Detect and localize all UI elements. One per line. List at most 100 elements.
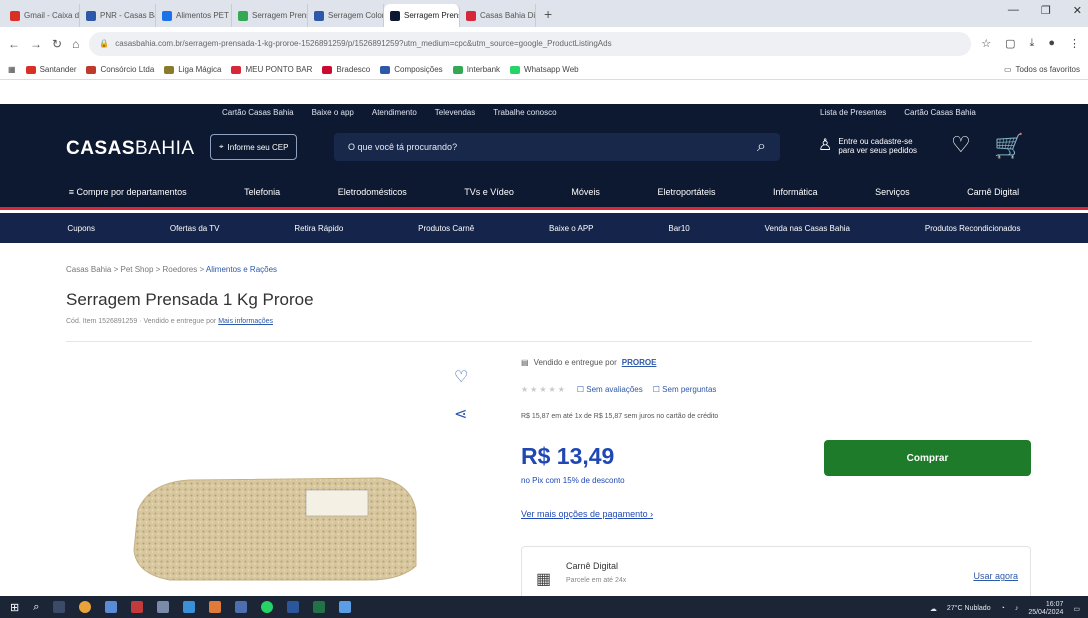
forward-icon[interactable]: → [30,37,42,51]
search-icon[interactable]: ⌕ [757,138,766,156]
more-info-link[interactable]: Mais informações [218,318,273,325]
download-icon[interactable]: ⤓ [1029,37,1034,50]
nav-item[interactable]: TVs e Vídeo [464,187,514,197]
bookmark-item[interactable]: Bradesco [322,65,370,74]
breadcrumb-current[interactable]: Alimentos e Rações [206,265,277,274]
cep-button[interactable]: ⌖ Informe seu CEP [210,134,298,160]
chrome-icon[interactable] [79,601,92,613]
breadcrumb-link[interactable]: Pet Shop [120,265,153,274]
nav-item[interactable]: Serviços [875,187,910,197]
reviews-link[interactable]: ☐ Sem avaliações [577,385,643,394]
url-field[interactable]: 🔒 casasbahia.com.br/serragem-prensada-1-k… [89,31,972,56]
browser-tab[interactable]: Alimentos PET✕ [156,4,232,27]
bookmark-item[interactable]: Liga Mágica [164,65,221,74]
close-window-icon[interactable]: ✕ [1073,4,1082,17]
reload-icon[interactable]: ↻ [52,37,62,51]
app-icon[interactable] [209,601,222,613]
minimize-icon[interactable]: — [1008,4,1019,17]
subnav-item[interactable]: Bar10 [668,224,689,233]
account-link[interactable]: ♙ Entre ou cadastre-se para ver seus pedid… [818,137,917,155]
apps-icon[interactable]: ▦ [8,65,16,74]
nav-item[interactable]: Eletroportáteis [657,187,715,197]
nav-all-departments[interactable]: ≡ Compre por departamentos [69,187,187,197]
nav-item[interactable]: Móveis [571,187,600,197]
gift-list-link[interactable]: Lista de Presentes [820,108,886,117]
sidepanel-icon[interactable]: ▢ [1005,37,1015,50]
nav-item[interactable]: Carnê Digital [967,187,1019,197]
casasbahia-logo[interactable]: CASASBAHIA [66,138,195,160]
taskview-icon[interactable] [53,601,66,613]
app-icon[interactable] [157,601,170,613]
tab-favicon-icon [390,10,400,21]
util-link[interactable]: Baixe o app [312,108,354,117]
windows-start-icon[interactable]: ⊞ [10,601,19,614]
util-link[interactable]: Cartão Casas Bahia [222,108,294,117]
subnav-item[interactable]: Baixe o APP [549,224,593,233]
clock[interactable]: 16:07 25/04/2024 [1028,601,1063,616]
bookmark-item[interactable]: Interbank [452,65,500,74]
bookmark-item[interactable]: Composições [380,65,443,74]
new-tab-button[interactable]: + [536,6,560,22]
search-input[interactable]: O que você tá procurando? ⌕ [334,133,780,161]
more-payment-link[interactable]: Ver mais opções de pagamento › [521,509,653,519]
back-icon[interactable]: ← [8,37,20,51]
favorite-heart-icon[interactable]: ♡ [454,367,468,387]
app-icon[interactable] [235,601,248,613]
browser-tab[interactable]: PNR - Casas Bahia✕ [80,4,156,27]
subnav-item[interactable]: Ofertas da TV [170,224,220,233]
browser-tab[interactable]: Gmail - Caixa de entrada✕ [4,4,80,27]
bookmark-item[interactable]: MEU PONTO BAR [231,65,312,74]
restore-icon[interactable]: ❐ [1041,4,1051,17]
browser-tab[interactable]: Casas Bahia Digital✕ [460,4,536,27]
util-link[interactable]: Atendimento [372,108,417,117]
bookmark-item[interactable]: Whatsapp Web [510,65,579,74]
seller-link[interactable]: PROROE [622,358,657,367]
util-link[interactable]: Trabalhe conosco [493,108,556,117]
card-link[interactable]: Cartão Casas Bahia [904,108,976,117]
app-icon[interactable] [131,601,144,613]
nav-item[interactable]: Telefonia [244,187,280,197]
menu-icon[interactable]: ⋮ [1069,37,1080,50]
browser-tab-active[interactable]: Serragem Prensada✕ [384,4,460,27]
app-icon[interactable] [339,601,352,613]
bookmark-item[interactable]: Consórcio Ltda [86,65,154,74]
product-image[interactable] [130,470,420,582]
profile-icon[interactable]: ● [1048,37,1055,50]
wishlist-heart-icon[interactable]: ♡ [951,132,971,158]
search-taskbar-icon[interactable]: ⌕ [33,601,39,614]
whatsapp-icon[interactable] [261,601,274,613]
util-link[interactable]: Televendas [435,108,475,117]
cart-icon[interactable]: 🛒 [994,132,1024,161]
subnav-item[interactable]: Retira Rápido [294,224,343,233]
store-icon: ▤ [521,358,529,367]
share-icon[interactable]: ⋖ [454,404,467,424]
nav-item[interactable]: Informática [773,187,818,197]
browser-tab[interactable]: Serragem Prensada✕ [232,4,308,27]
wifi-icon[interactable]: ◔ [1001,605,1005,612]
buy-button[interactable]: Comprar [824,440,1031,476]
bookmark-star-icon[interactable]: ☆ [981,37,991,50]
use-now-link[interactable]: Usar agora [973,571,1018,581]
app-icon[interactable] [287,601,300,613]
questions-link[interactable]: ☐ Sem perguntas [653,385,717,394]
weather-text[interactable]: 27°C Nublado [947,605,991,612]
breadcrumb-link[interactable]: Casas Bahia [66,265,111,274]
subnav-item[interactable]: Produtos Carnê [418,224,474,233]
browser-tab[interactable]: Serragem Colonial✕ [308,4,384,27]
subnav-item[interactable]: Cupons [67,224,95,233]
home-icon[interactable]: ⌂ [72,37,79,51]
volume-icon[interactable]: ♪ [1015,605,1019,612]
subnav-item[interactable]: Produtos Recondicionados [925,224,1021,233]
app-icon[interactable] [105,601,118,613]
all-bookmarks[interactable]: ▭ Todos os favoritos [1004,65,1080,74]
nav-item[interactable]: Eletrodomésticos [338,187,407,197]
breadcrumb-link[interactable]: Roedores [163,265,198,274]
subnav-item[interactable]: Venda nas Casas Bahia [765,224,850,233]
bookmark-item[interactable]: Santander [25,65,76,74]
app-icon[interactable] [313,601,326,613]
app-icon[interactable] [183,601,196,613]
bookmarks-bar: ▦ Santander Consórcio Ltda Liga Mágica M… [0,60,1088,80]
notification-icon[interactable]: ▭ [1073,605,1080,613]
sawdust-bag-image [133,477,417,581]
rating-stars: ★★★★★ [521,385,567,394]
